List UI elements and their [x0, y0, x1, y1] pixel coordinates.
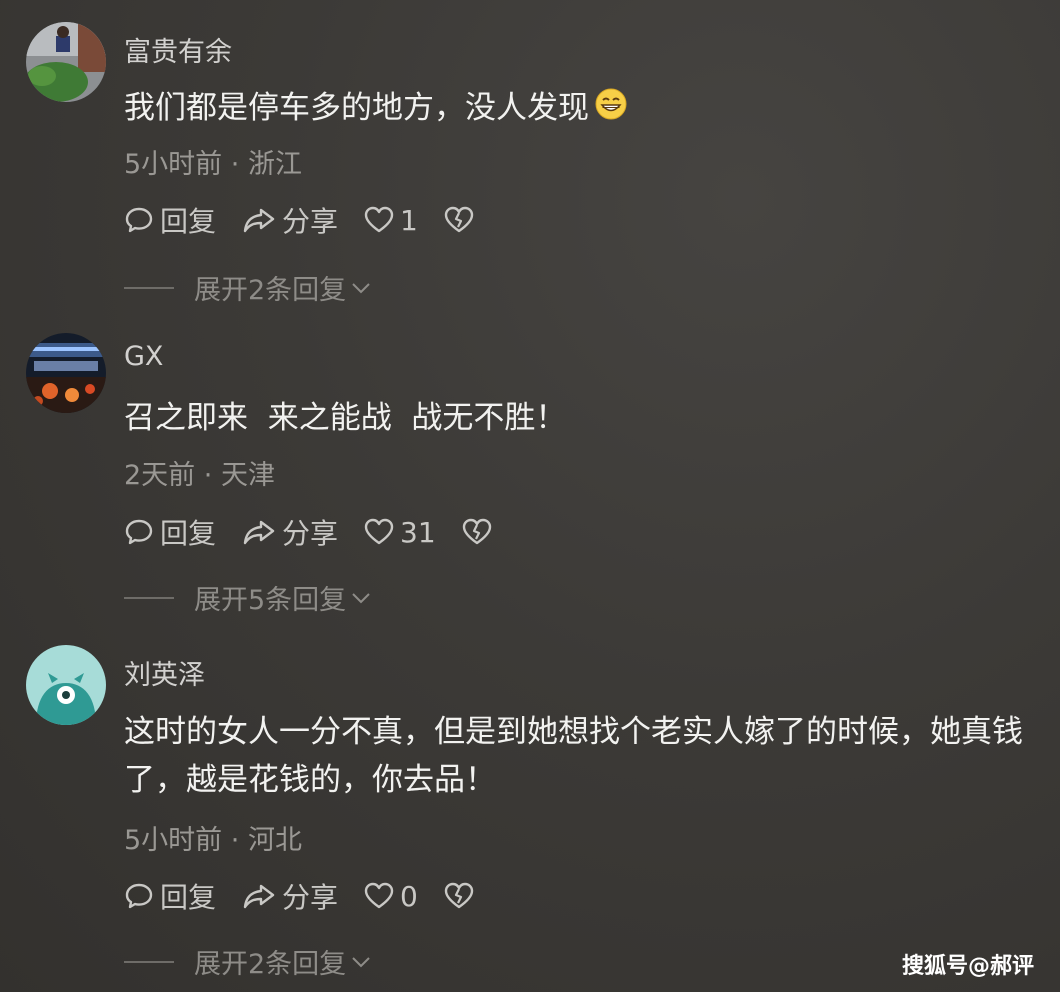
- avatar[interactable]: [26, 645, 106, 725]
- location: 天津: [220, 460, 275, 491]
- dislike-button[interactable]: [444, 205, 474, 235]
- comment-text: 我们都是停车多的地方，没人发现: [124, 84, 1044, 134]
- reply-label: 回复: [160, 517, 217, 550]
- comment-text: 召之即来 来之能战 战无不胜！: [124, 400, 567, 436]
- heart-icon: [364, 205, 394, 235]
- comment-bubble-icon: [124, 517, 154, 547]
- broken-heart-icon: [444, 881, 474, 911]
- separator-dot: ·: [203, 460, 213, 491]
- divider: [124, 596, 174, 599]
- expand-replies-label: 展开2条回复: [194, 949, 347, 980]
- action-bar: 回复 分享 31: [124, 512, 518, 552]
- share-label: 分享: [282, 881, 339, 914]
- action-bar: 回复 分享 0: [124, 876, 500, 916]
- comment-meta: 5小时前 · 浙江: [124, 142, 302, 181]
- like-button[interactable]: 0: [364, 880, 418, 913]
- separator-dot: ·: [230, 825, 240, 856]
- share-label: 分享: [282, 205, 339, 238]
- broken-heart-icon: [462, 517, 492, 547]
- username[interactable]: 富贵有余: [124, 30, 232, 69]
- expand-replies-label: 展开2条回复: [194, 275, 347, 306]
- reply-button[interactable]: 回复: [124, 512, 216, 552]
- heart-icon: [364, 517, 394, 547]
- grin-emoji-icon: [595, 86, 627, 134]
- share-button[interactable]: 分享: [242, 876, 338, 916]
- share-button[interactable]: 分享: [242, 512, 338, 552]
- comment-bubble-icon: [124, 881, 154, 911]
- share-button[interactable]: 分享: [242, 200, 338, 240]
- divider: [124, 286, 174, 289]
- comment-bubble-icon: [124, 205, 154, 235]
- expand-replies-label: 展开5条回复: [194, 585, 347, 616]
- expand-replies[interactable]: 展开2条回复: [124, 942, 372, 981]
- reply-button[interactable]: 回复: [124, 876, 216, 916]
- share-label: 分享: [282, 517, 339, 550]
- heart-icon: [364, 881, 394, 911]
- chevron-down-icon: [350, 582, 372, 613]
- chevron-down-icon: [350, 272, 372, 303]
- comment-text: 这时的女人一分不真，但是到她想找个老实人嫁了的时候，她真钱了，越是花钱的，你去品…: [124, 714, 1023, 798]
- like-count: 31: [400, 515, 436, 549]
- comment-meta: 5小时前 · 河北: [124, 818, 302, 857]
- share-arrow-icon: [242, 517, 276, 547]
- chevron-down-icon: [350, 946, 372, 977]
- broken-heart-icon: [444, 205, 474, 235]
- action-bar: 回复 分享 1: [124, 200, 500, 240]
- like-count: 1: [400, 203, 418, 237]
- avatar[interactable]: [26, 333, 106, 413]
- expand-replies[interactable]: 展开2条回复: [124, 268, 372, 307]
- comment-meta: 2天前 · 天津: [124, 453, 275, 492]
- divider: [124, 960, 174, 963]
- dislike-button[interactable]: [462, 517, 492, 547]
- share-arrow-icon: [242, 881, 276, 911]
- dislike-button[interactable]: [444, 881, 474, 911]
- share-arrow-icon: [242, 205, 276, 235]
- watermark: 搜狐号@郝评: [901, 954, 1034, 979]
- like-count: 0: [400, 879, 418, 913]
- avatar[interactable]: [26, 22, 106, 102]
- timestamp: 5小时前: [124, 825, 223, 856]
- reply-label: 回复: [160, 205, 217, 238]
- timestamp: 5小时前: [124, 149, 223, 180]
- location: 浙江: [247, 149, 302, 180]
- like-button[interactable]: 1: [364, 204, 418, 237]
- username[interactable]: GX: [124, 341, 163, 372]
- comment-text-body: 我们都是停车多的地方，没人发现: [124, 90, 589, 126]
- reply-label: 回复: [160, 881, 217, 914]
- expand-replies[interactable]: 展开5条回复: [124, 578, 372, 617]
- location: 河北: [247, 825, 302, 856]
- like-button[interactable]: 31: [364, 516, 436, 549]
- separator-dot: ·: [230, 149, 240, 180]
- timestamp: 2天前: [124, 460, 196, 491]
- reply-button[interactable]: 回复: [124, 200, 216, 240]
- username[interactable]: 刘英泽: [124, 653, 205, 692]
